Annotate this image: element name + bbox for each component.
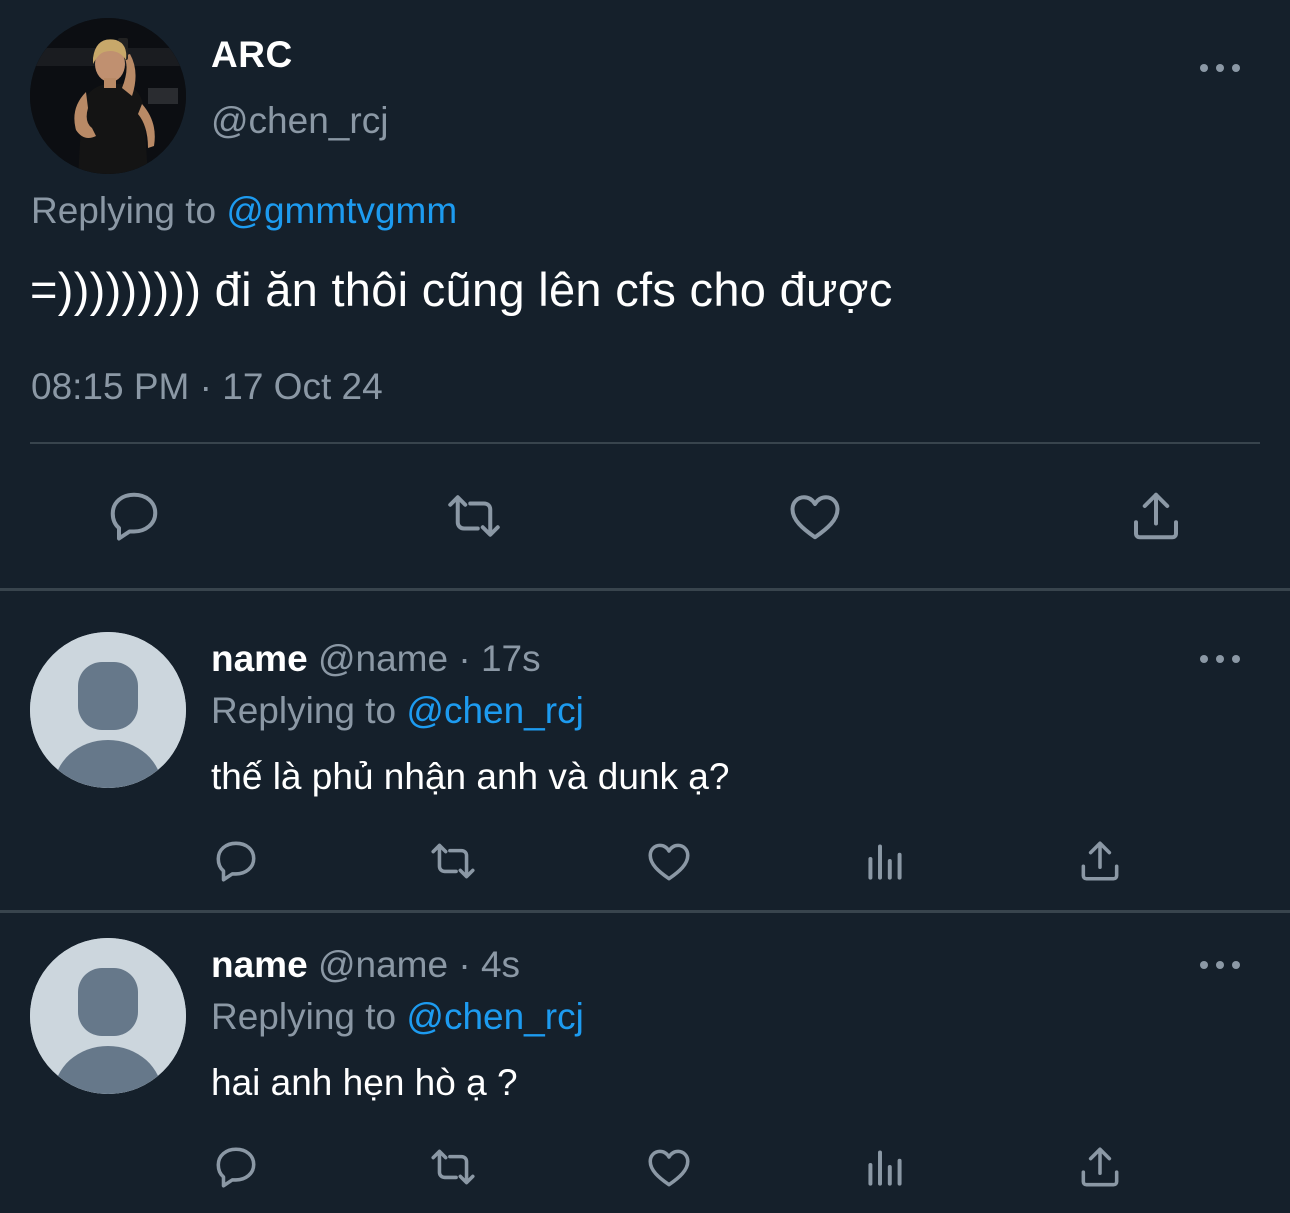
reply-icon: [216, 1147, 256, 1188]
retweet-icon: [431, 1149, 475, 1185]
reply-tweet[interactable]: name @name · 17s Replying to @chen_rcj t…: [0, 632, 1290, 932]
reply-header: name @name · 17s: [211, 638, 541, 680]
like-icon: [648, 843, 690, 881]
analytics-icon: [868, 1150, 902, 1186]
avatar[interactable]: [30, 938, 186, 1094]
divider: [0, 588, 1290, 591]
dot-icon: [1216, 961, 1224, 969]
retweet-button[interactable]: [428, 1142, 478, 1192]
divider: [30, 442, 1260, 444]
retweet-button[interactable]: [444, 486, 504, 546]
display-name[interactable]: ARC: [211, 34, 293, 76]
reply-icon: [216, 841, 256, 882]
retweet-icon: [431, 843, 475, 879]
like-button[interactable]: [785, 486, 845, 546]
analytics-button[interactable]: [860, 1142, 910, 1192]
display-name[interactable]: name: [211, 638, 308, 679]
dot-icon: [1216, 64, 1224, 72]
replying-mention-link[interactable]: @chen_rcj: [406, 996, 583, 1037]
analytics-button[interactable]: [860, 836, 910, 886]
dot-icon: [1232, 961, 1240, 969]
analytics-icon: [868, 844, 902, 880]
username[interactable]: @name: [318, 944, 448, 985]
replying-mention-link[interactable]: @chen_rcj: [406, 690, 583, 731]
more-options-button[interactable]: [1200, 649, 1240, 669]
avatar[interactable]: [30, 18, 186, 174]
tweet-thread: ARC @chen_rcj Replying to @gmmtvgmm =)))…: [0, 0, 1290, 1213]
reply-tweet[interactable]: name @name · 4s Replying to @chen_rcj ha…: [0, 938, 1290, 1213]
replying-to: Replying to @gmmtvgmm: [31, 190, 457, 232]
share-button[interactable]: [1126, 486, 1186, 546]
reply-button[interactable]: [104, 486, 164, 546]
tweet-time: · 17s: [458, 638, 541, 679]
replying-label: Replying to: [31, 190, 217, 231]
default-avatar-icon: [30, 938, 186, 1094]
profile-photo: [30, 18, 186, 174]
dot-icon: [1232, 64, 1240, 72]
replying-label: Replying to: [211, 690, 397, 731]
username[interactable]: @name: [318, 638, 448, 679]
tweet-text: =))))))))) đi ăn thôi cũng lên cfs cho đ…: [30, 263, 893, 316]
share-icon: [1081, 841, 1119, 881]
dot-icon: [1200, 64, 1208, 72]
retweet-icon: [448, 495, 500, 537]
avatar[interactable]: [30, 632, 186, 788]
replying-label: Replying to: [211, 996, 397, 1037]
tweet-text: hai anh hẹn hò ạ ?: [211, 1062, 518, 1103]
dot-icon: [1232, 655, 1240, 663]
share-button[interactable]: [1075, 1142, 1125, 1192]
like-icon: [648, 1149, 690, 1187]
tweet-time: · 4s: [458, 944, 521, 985]
like-icon: [790, 495, 840, 540]
default-avatar-icon: [30, 632, 186, 788]
reply-button[interactable]: [211, 1142, 261, 1192]
like-button[interactable]: [644, 1142, 694, 1192]
replying-to: Replying to @chen_rcj: [211, 996, 584, 1038]
reply-header: name @name · 4s: [211, 944, 520, 986]
display-name[interactable]: name: [211, 944, 308, 985]
more-options-button[interactable]: [1200, 58, 1240, 78]
replying-mention-link[interactable]: @gmmtvgmm: [226, 190, 457, 231]
reply-icon: [110, 492, 158, 541]
dot-icon: [1200, 655, 1208, 663]
share-icon: [1134, 492, 1178, 540]
main-tweet: ARC @chen_rcj Replying to @gmmtvgmm =)))…: [0, 0, 1290, 590]
share-icon: [1081, 1147, 1119, 1187]
dot-icon: [1216, 655, 1224, 663]
retweet-button[interactable]: [428, 836, 478, 886]
like-button[interactable]: [644, 836, 694, 886]
more-options-button[interactable]: [1200, 955, 1240, 975]
replying-to: Replying to @chen_rcj: [211, 690, 584, 732]
tweet-timestamp[interactable]: 08:15 PM · 17 Oct 24: [31, 366, 383, 408]
tweet-text: thế là phủ nhận anh và dunk ạ?: [211, 756, 730, 797]
reply-button[interactable]: [211, 836, 261, 886]
username[interactable]: @chen_rcj: [211, 100, 388, 142]
dot-icon: [1200, 961, 1208, 969]
divider: [0, 910, 1290, 913]
share-button[interactable]: [1075, 836, 1125, 886]
